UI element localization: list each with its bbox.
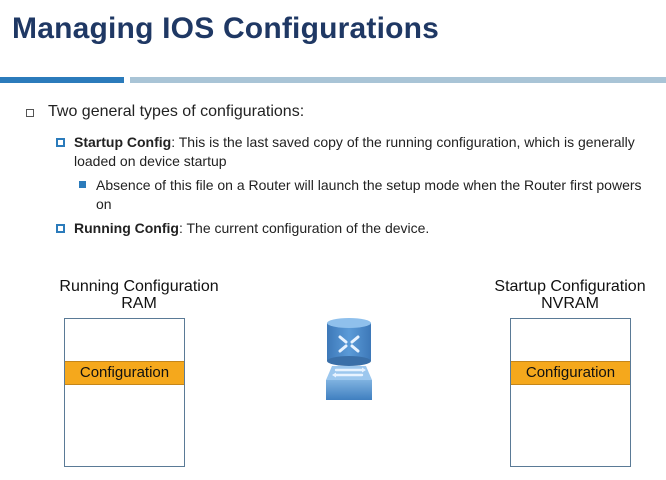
title-underline-accent bbox=[0, 77, 124, 83]
nvram-configuration-band: Configuration bbox=[511, 361, 630, 385]
ram-configuration-band: Configuration bbox=[65, 361, 184, 385]
filled-square-bullet-icon bbox=[79, 181, 86, 188]
blue-square-bullet-icon bbox=[56, 224, 65, 233]
bullet-running-config: Running Config: The current configuratio… bbox=[56, 219, 654, 238]
slide-title: Managing IOS Configurations bbox=[12, 12, 440, 45]
hollow-square-bullet-icon bbox=[26, 109, 34, 117]
ram-label: RAM bbox=[121, 295, 157, 312]
startup-config-title: Startup Configuration bbox=[494, 278, 646, 295]
startup-config-heading: Startup Configuration NVRAM bbox=[475, 278, 665, 312]
bullet-general-types-text: Two general types of configurations: bbox=[48, 103, 305, 120]
bullet-startup-absence: Absence of this file on a Router will la… bbox=[79, 176, 646, 214]
running-config-title: Running Configuration bbox=[59, 278, 219, 295]
ram-memory-box: Configuration bbox=[64, 318, 185, 467]
nvram-label: NVRAM bbox=[541, 295, 599, 312]
router-icon bbox=[326, 318, 372, 400]
startup-config-label: Startup Config bbox=[74, 134, 172, 150]
running-config-heading: Running Configuration RAM bbox=[44, 278, 234, 312]
startup-absence-text: Absence of this file on a Router will la… bbox=[96, 177, 642, 212]
nvram-memory-box: Configuration bbox=[510, 318, 631, 467]
bullet-startup-config: Startup Config: This is the last saved c… bbox=[56, 133, 654, 171]
title-underline-bar bbox=[130, 77, 666, 83]
running-config-text: : The current configuration of the devic… bbox=[178, 220, 430, 236]
bullet-general-types: Two general types of configurations: bbox=[26, 103, 305, 121]
blue-square-bullet-icon bbox=[56, 138, 65, 147]
running-config-label: Running Config bbox=[74, 220, 179, 236]
